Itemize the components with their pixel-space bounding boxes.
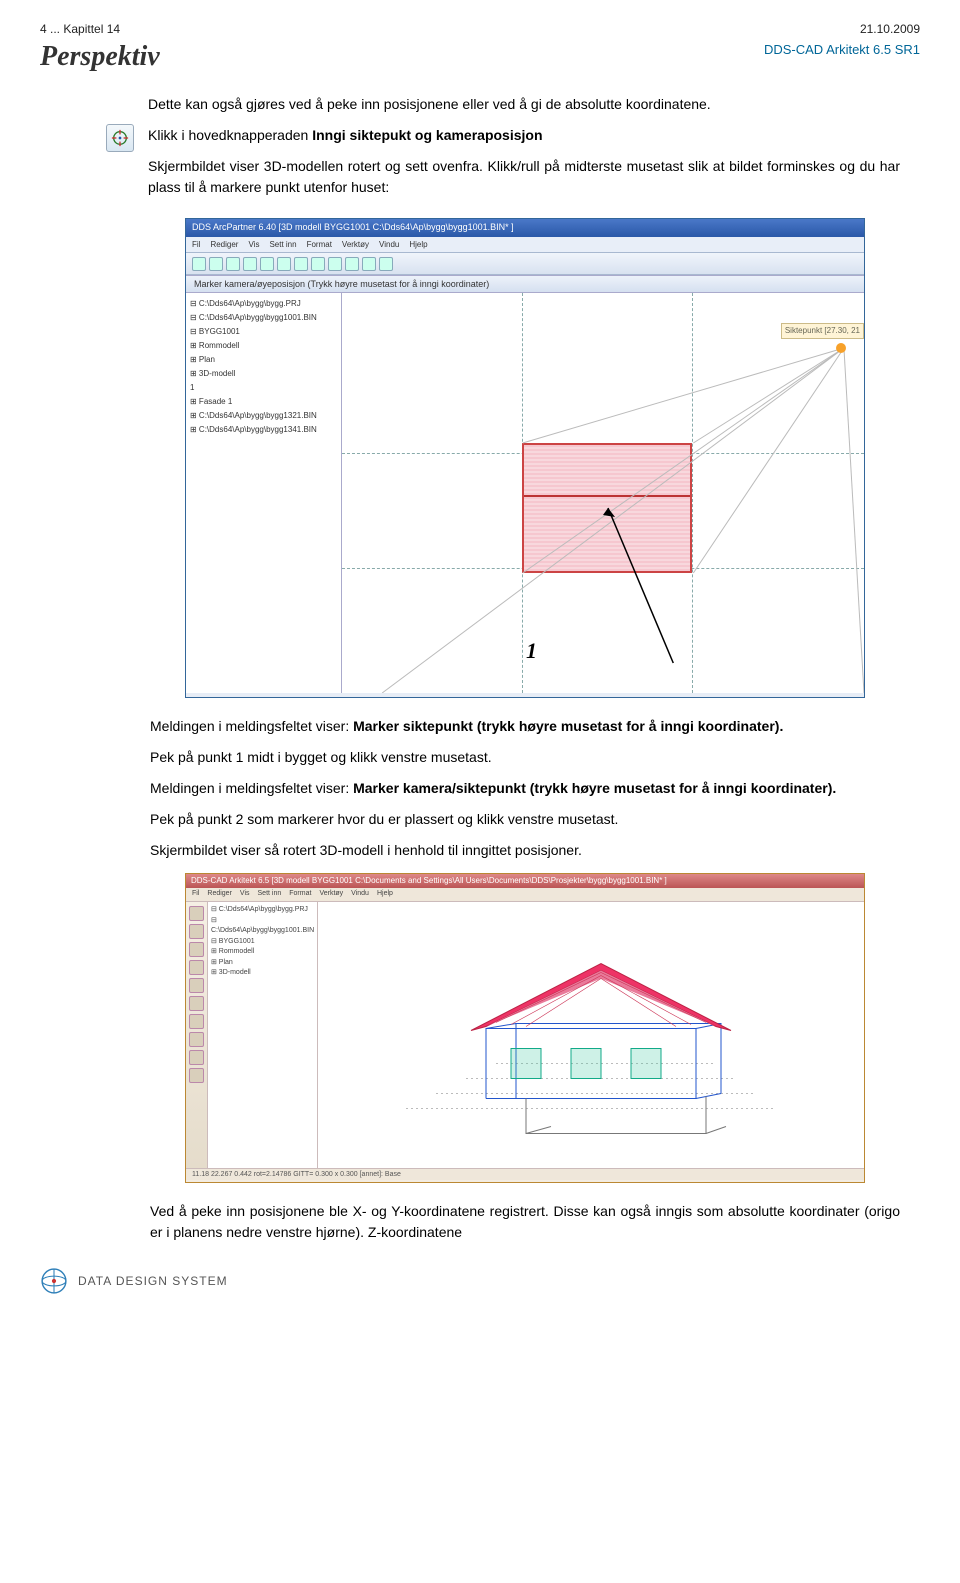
paragraph-1: Dette kan også gjøres ved å peke inn pos… [148, 94, 900, 115]
footer: DATA DESIGN SYSTEM [40, 1267, 920, 1295]
message-bar: Marker kamera/øyeposisjon (Trykk høyre m… [186, 275, 864, 293]
screenshot-2: DDS-CAD Arkitekt 6.5 [3D modell BYGG1001… [185, 873, 865, 1183]
page-title: Perspektiv [40, 36, 160, 78]
eye-point-label: Siktepunkt [27.30, 21 [781, 323, 864, 339]
brand-label: DDS-CAD Arkitekt 6.5 SR1 [764, 40, 920, 60]
page-ref: 4 ... Kapittel 14 [40, 22, 120, 36]
footer-text: DATA DESIGN SYSTEM [78, 1272, 228, 1290]
paragraph-7: Pek på punkt 2 som markerer hvor du er p… [150, 809, 900, 830]
paragraph-8: Skjermbildet viser så rotert 3D-modell i… [150, 840, 900, 861]
paragraph-9: Ved å peke inn posisjonene ble X- og Y-k… [150, 1201, 900, 1243]
project-tree: ⊟ C:\Dds64\Ap\bygg\bygg.PRJ ⊟ C:\Dds64\A… [186, 293, 342, 693]
status-bar-2: 11.18 22.267 0.442 rot=2.14786 GITT= 0.3… [186, 1168, 864, 1180]
paragraph-4: Meldingen i meldingsfeltet viser: Marker… [150, 716, 900, 737]
paragraph-2: Klikk i hovedknapperaden Inngi siktepukt… [148, 125, 900, 146]
window-titlebar: DDS ArcPartner 6.40 [3D modell BYGG1001 … [186, 219, 864, 237]
menubar-2: Fil Rediger Vis Sett inn Format Verktøy … [186, 888, 864, 902]
camera-position-icon [106, 124, 134, 152]
callout-1: 1 [526, 634, 537, 667]
footer-logo [40, 1267, 68, 1295]
page-header: 4 ... Kapittel 14 Perspektiv 21.10.2009 … [40, 20, 920, 78]
eye-point [836, 343, 846, 353]
toolbar [186, 253, 864, 275]
page-date: 21.10.2009 [860, 22, 920, 36]
screenshot-1: DDS ArcPartner 6.40 [3D modell BYGG1001 … [185, 218, 865, 698]
canvas-topview: Siktepunkt [27.30, 21 [342, 293, 864, 693]
menubar: Fil Rediger Vis Sett inn Format Verktøy … [186, 237, 864, 253]
status-bar: 19.200 15.300 0.000 GITT= 0.300 x 0.300 … [186, 693, 864, 698]
project-tree-2: ⊟ C:\Dds64\Ap\bygg\bygg.PRJ ⊟ C:\Dds64\A… [208, 902, 318, 1168]
paragraph-3: Skjermbildet viser 3D-modellen rotert og… [148, 156, 900, 198]
building-footprint [522, 443, 692, 573]
canvas-3d [318, 902, 864, 1168]
paragraph-5: Pek på punkt 1 midt i bygget og klikk ve… [150, 747, 900, 768]
vertical-toolstrip [186, 902, 208, 1168]
window-titlebar-2: DDS-CAD Arkitekt 6.5 [3D modell BYGG1001… [186, 874, 864, 888]
paragraph-6: Meldingen i meldingsfeltet viser: Marker… [150, 778, 900, 799]
